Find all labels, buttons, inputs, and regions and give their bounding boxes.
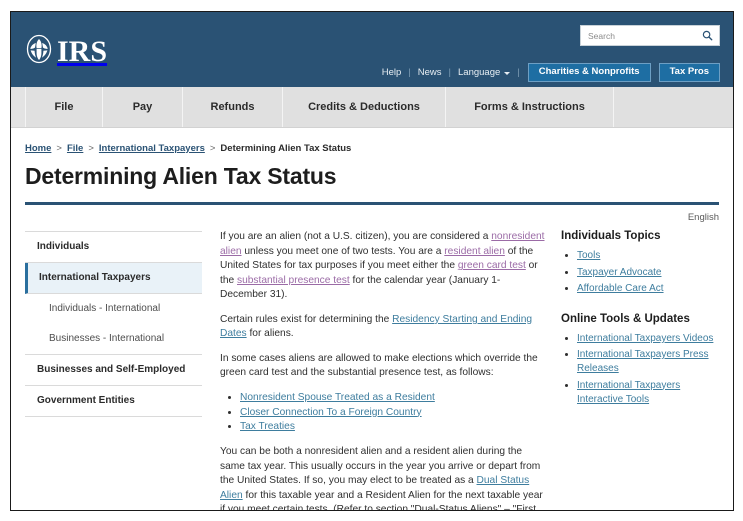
list-item: Tax Treaties <box>240 420 547 435</box>
right-sidebar: Individuals Topics Tools Taxpayer Advoca… <box>561 229 733 409</box>
breadcrumb: Home > File > International Taxpayers > … <box>11 128 733 154</box>
link-tools[interactable]: Tools <box>577 250 600 261</box>
breadcrumb-item-home[interactable]: Home <box>25 143 51 154</box>
link-affordable-care-act[interactable]: Affordable Care Act <box>577 283 664 294</box>
p2-text-b: for aliens. <box>246 328 294 340</box>
p1-text-a: If you are an alien (not a U.S. citizen)… <box>220 231 492 243</box>
browser-page-frame: IRS Help | News | Language <box>10 11 734 511</box>
right-sidebar-list-online-tools: International Taxpayers Videos Internati… <box>561 332 725 407</box>
link-nonresident-spouse-treated-as-resident[interactable]: Nonresident Spouse Treated as a Resident <box>240 392 435 403</box>
nav-tab-pay[interactable]: Pay <box>103 87 183 127</box>
elections-list: Nonresident Spouse Treated as a Resident… <box>220 391 547 435</box>
list-item: Tools <box>577 249 725 263</box>
right-sidebar-list-individuals-topics: Tools Taxpayer Advocate Affordable Care … <box>561 249 725 296</box>
tax-pros-button[interactable]: Tax Pros <box>658 63 720 83</box>
list-item: Taxpayer Advocate <box>577 266 725 280</box>
breadcrumb-item-international-taxpayers[interactable]: International Taxpayers <box>99 143 205 154</box>
charities-nonprofits-button[interactable]: Charities & Nonprofits <box>527 63 651 83</box>
main-content: If you are an alien (not a U.S. citizen)… <box>202 229 561 511</box>
nav-spacer <box>614 87 733 127</box>
language-label: English <box>687 212 719 224</box>
nav-tab-refunds[interactable]: Refunds <box>183 87 283 127</box>
list-item: International Taxpayers Interactive Tool… <box>577 379 725 407</box>
list-item: Closer Connection To a Foreign Country <box>240 406 547 421</box>
list-item: Affordable Care Act <box>577 282 725 296</box>
link-international-taxpayers-videos[interactable]: International Taxpayers Videos <box>577 333 713 344</box>
nav-tab-forms-instructions[interactable]: Forms & Instructions <box>446 87 614 127</box>
nav-tab-file[interactable]: File <box>25 87 103 127</box>
util-link-language[interactable]: Language <box>451 67 517 78</box>
link-substantial-presence-test[interactable]: substantial presence test <box>237 275 350 286</box>
breadcrumb-separator-3: > <box>209 143 216 154</box>
chevron-down-icon <box>504 72 511 76</box>
util-link-news[interactable]: News <box>411 67 449 78</box>
title-divider <box>25 202 719 206</box>
search-box[interactable] <box>580 25 720 46</box>
sidebar-item-government-entities[interactable]: Government Entities <box>25 386 202 418</box>
p1-text-b: unless you meet one of two tests. You ar… <box>241 245 445 257</box>
breadcrumb-separator-1: > <box>56 143 62 154</box>
p2-text-a: Certain rules exist for determining the <box>220 313 393 325</box>
breadcrumb-item-file[interactable]: File <box>67 143 83 154</box>
p4-text-b: for this taxable year and a Resident Ali… <box>220 489 543 511</box>
paragraph-alien-definition: If you are an alien (not a U.S. citizen)… <box>220 230 547 302</box>
list-item: Nonresident Spouse Treated as a Resident <box>240 391 547 406</box>
link-international-taxpayers-press-releases[interactable]: International Taxpayers Press Releases <box>577 349 709 374</box>
main-nav: File Pay Refunds Credits & Deductions Fo… <box>11 87 733 128</box>
search-input[interactable] <box>588 30 701 41</box>
link-taxpayer-advocate[interactable]: Taxpayer Advocate <box>577 267 662 278</box>
paragraph-residency-dates: Certain rules exist for determining the … <box>220 313 547 342</box>
sidebar-item-individuals[interactable]: Individuals <box>25 232 202 264</box>
search-icon[interactable] <box>701 29 714 42</box>
link-green-card-test[interactable]: green card test <box>458 260 526 271</box>
breadcrumb-separator-2: > <box>88 143 94 154</box>
irs-logo-link[interactable]: IRS <box>24 34 107 69</box>
body-columns: Individuals International Taxpayers Indi… <box>11 223 733 511</box>
utility-nav: Help | News | Language | Charities & Non… <box>375 63 720 83</box>
sidebar-item-individuals-international[interactable]: Individuals - International <box>25 294 202 324</box>
util-link-help-label: Help <box>381 67 402 79</box>
sidebar-item-international-taxpayers[interactable]: International Taxpayers <box>25 263 202 295</box>
util-link-language-label: Language <box>458 67 501 79</box>
left-sidebar-nav: Individuals International Taxpayers Indi… <box>25 231 202 418</box>
link-tax-treaties[interactable]: Tax Treaties <box>240 421 295 432</box>
sidebar-item-businesses-international[interactable]: Businesses - International <box>25 324 202 356</box>
util-separator-3: | <box>517 67 520 79</box>
paragraph-dual-status: You can be both a nonresident alien and … <box>220 445 547 511</box>
irs-wordmark: IRS <box>57 34 108 68</box>
list-item: International Taxpayers Videos <box>577 332 725 346</box>
right-sidebar-heading-individuals-topics: Individuals Topics <box>561 230 661 243</box>
breadcrumb-item-current: Determining Alien Tax Status <box>220 143 352 154</box>
link-resident-alien[interactable]: resident alien <box>444 246 505 257</box>
util-link-help[interactable]: Help <box>375 67 409 78</box>
link-international-taxpayers-interactive-tools[interactable]: International Taxpayers Interactive Tool… <box>577 380 680 405</box>
link-closer-connection-to-foreign-country[interactable]: Closer Connection To a Foreign Country <box>240 407 422 418</box>
nav-tab-credits-deductions[interactable]: Credits & Deductions <box>283 87 446 127</box>
paragraph-elections-intro: In some cases aliens are allowed to make… <box>220 352 538 379</box>
irs-eagle-seal-icon <box>24 34 54 69</box>
list-item: International Taxpayers Press Releases <box>577 348 725 376</box>
page-title: Determining Alien Tax Status <box>25 163 337 189</box>
right-sidebar-heading-online-tools-updates: Online Tools & Updates <box>561 313 690 325</box>
site-header: IRS Help | News | Language <box>11 12 733 87</box>
util-link-news-label: News <box>417 67 442 79</box>
sidebar-item-businesses-self-employed[interactable]: Businesses and Self-Employed <box>25 355 202 387</box>
